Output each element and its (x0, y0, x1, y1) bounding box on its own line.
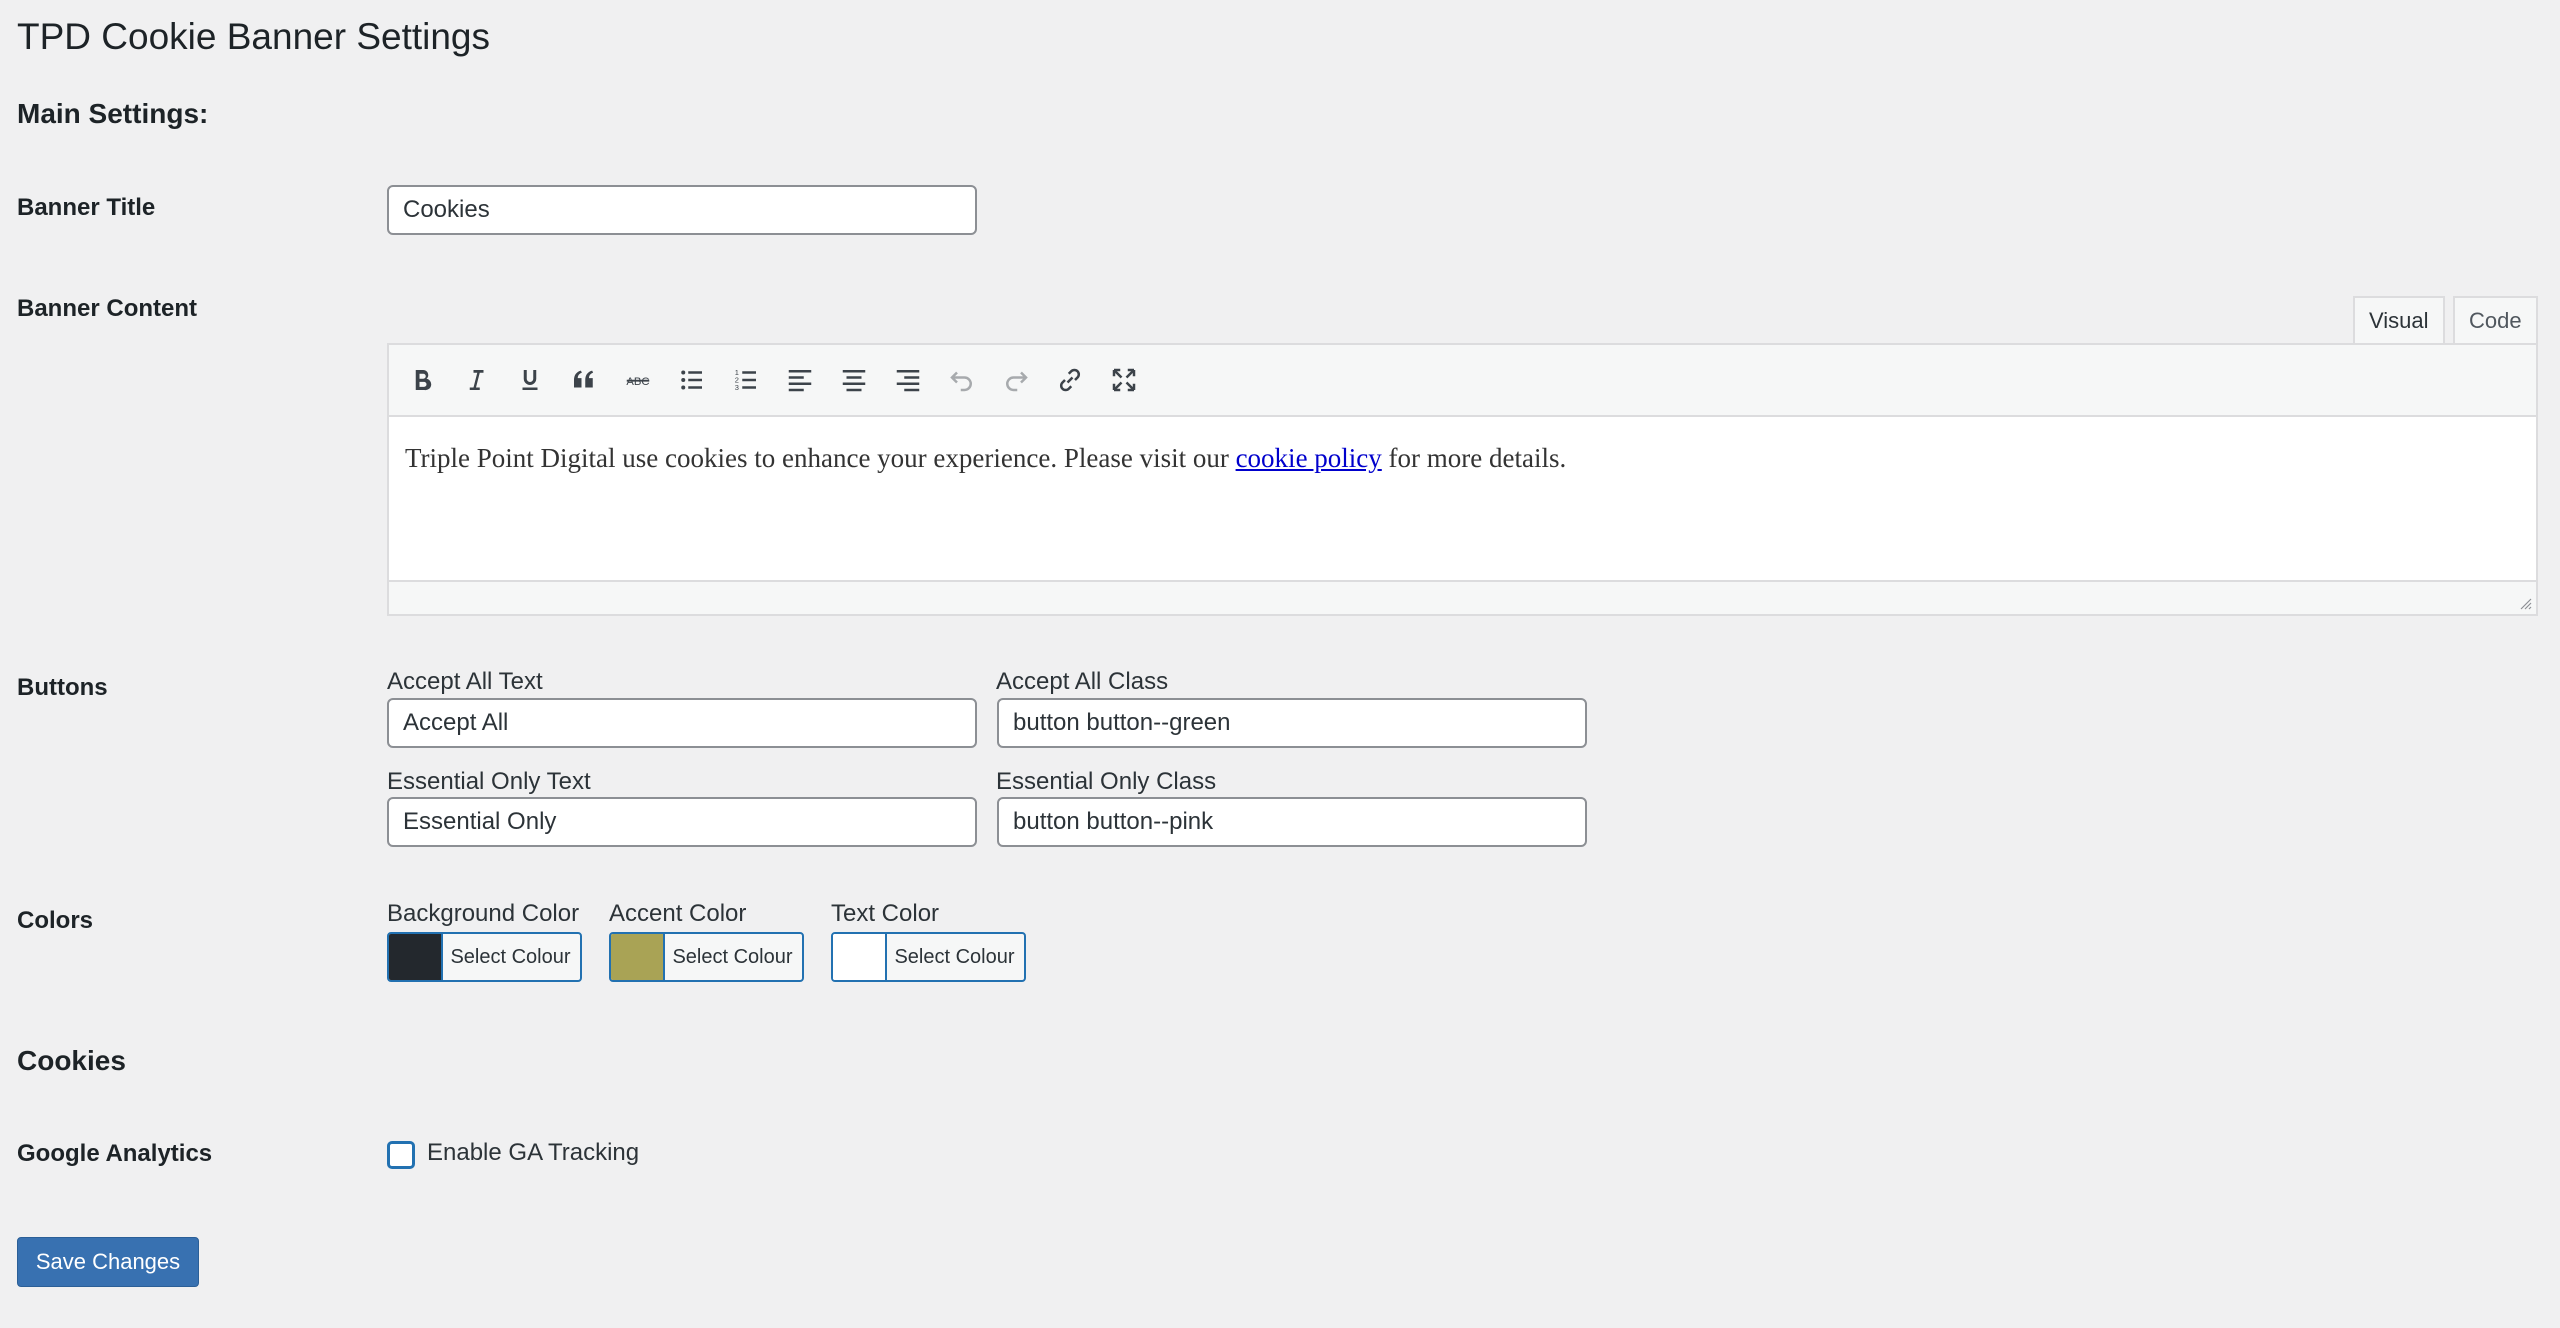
banner-title-input[interactable] (387, 185, 977, 235)
tab-code[interactable]: Code (2453, 296, 2538, 344)
page-title: TPD Cookie Banner Settings (17, 16, 491, 57)
accent-color-label: Accent Color (609, 900, 747, 927)
colors-label: Colors (17, 907, 94, 934)
resize-handle-icon[interactable] (2516, 594, 2532, 610)
align-center-icon[interactable] (833, 359, 875, 401)
underline-icon[interactable] (509, 359, 551, 401)
settings-page: TPD Cookie Banner Settings Main Settings… (0, 0, 2560, 1328)
google-analytics-label: Google Analytics (17, 1140, 213, 1167)
select-colour-label: Select Colour (894, 945, 1015, 968)
buttons-label: Buttons (17, 674, 108, 701)
bullet-list-icon[interactable] (671, 359, 713, 401)
content-text-after: for more details. (1381, 443, 1567, 473)
rich-text-editor: ABC 123 Triple Point Digital use cookies… (387, 343, 2538, 616)
select-colour-label: Select Colour (450, 945, 571, 968)
link-icon[interactable] (1049, 359, 1091, 401)
accent-color-swatch (611, 934, 665, 980)
main-settings-heading: Main Settings: (17, 98, 209, 129)
redo-icon[interactable] (995, 359, 1037, 401)
accept-all-text-label: Accept All Text (387, 668, 543, 695)
tab-visual[interactable]: Visual (2353, 296, 2445, 344)
background-color-picker[interactable]: Select Colour (387, 932, 582, 982)
banner-content-label: Banner Content (17, 295, 197, 322)
save-changes-button[interactable]: Save Changes (17, 1237, 199, 1287)
undo-icon[interactable] (941, 359, 983, 401)
editor-content[interactable]: Triple Point Digital use cookies to enha… (405, 443, 2520, 474)
select-colour-label: Select Colour (672, 945, 793, 968)
enable-ga-checkbox[interactable] (387, 1141, 415, 1169)
bold-icon[interactable] (401, 359, 443, 401)
svg-text:3: 3 (735, 383, 739, 392)
essential-only-text-label: Essential Only Text (387, 768, 591, 795)
enable-ga-label[interactable]: Enable GA Tracking (427, 1139, 639, 1167)
blockquote-icon[interactable] (563, 359, 605, 401)
accent-color-picker[interactable]: Select Colour (609, 932, 804, 982)
editor-toolbar: ABC 123 (389, 345, 2536, 417)
essential-only-class-label: Essential Only Class (996, 768, 1217, 795)
background-color-swatch (389, 934, 443, 980)
text-color-picker[interactable]: Select Colour (831, 932, 1026, 982)
accept-all-class-label: Accept All Class (996, 668, 1169, 695)
editor-statusbar (389, 580, 2536, 614)
strikethrough-icon[interactable]: ABC (617, 359, 659, 401)
align-right-icon[interactable] (887, 359, 929, 401)
text-color-swatch (833, 934, 887, 980)
svg-text:ABC: ABC (626, 376, 649, 388)
cookie-policy-link[interactable]: cookie policy (1236, 443, 1382, 473)
content-text-before: Triple Point Digital use cookies to enha… (405, 443, 1236, 473)
essential-only-text-input[interactable] (387, 797, 977, 847)
text-color-label: Text Color (831, 900, 940, 927)
align-left-icon[interactable] (779, 359, 821, 401)
essential-only-class-input[interactable] (997, 797, 1587, 847)
italic-icon[interactable] (455, 359, 497, 401)
accept-all-class-input[interactable] (997, 698, 1587, 748)
background-color-label: Background Color (387, 900, 580, 927)
fullscreen-icon[interactable] (1103, 359, 1145, 401)
accept-all-text-input[interactable] (387, 698, 977, 748)
banner-title-label: Banner Title (17, 194, 156, 221)
numbered-list-icon[interactable]: 123 (725, 359, 767, 401)
cookies-heading: Cookies (17, 1045, 126, 1076)
